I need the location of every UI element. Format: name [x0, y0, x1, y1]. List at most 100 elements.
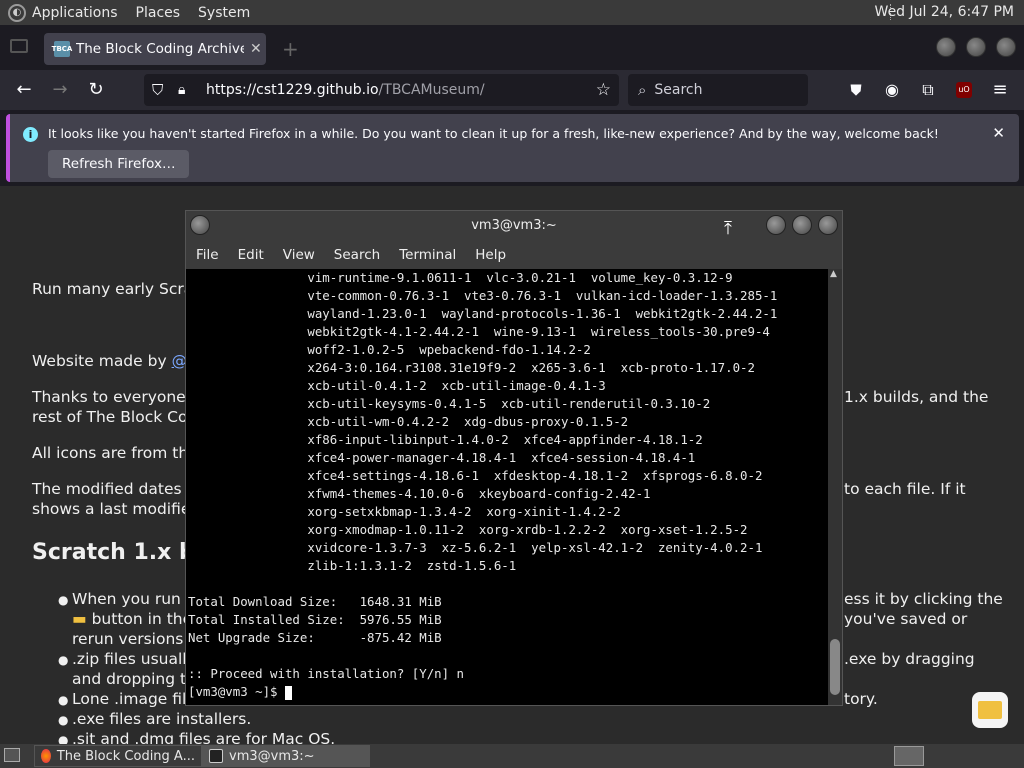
terminal-line: Net Upgrade Size: -875.42 MiB — [188, 630, 442, 645]
taskbar-item-firefox[interactable]: The Block Coding A... — [34, 745, 202, 767]
list-item-cont: and dropping th — [72, 670, 196, 688]
folder-icon: ▬ — [72, 610, 87, 628]
terminal-line: Total Installed Size: 5976.55 MiB — [188, 612, 442, 627]
list-item-right: ess it by clicking the — [844, 590, 1003, 608]
terminal-line: xfce4-power-manager-4.18.4-1 xfce4-sessi… — [188, 450, 696, 465]
account-icon[interactable]: ◉ — [880, 78, 904, 102]
ublock-origin-icon[interactable]: uO — [952, 78, 976, 102]
workspace-switcher[interactable] — [894, 746, 924, 766]
firefox-tabbar: TBCA The Block Coding Archive M ✕ + — [0, 25, 1024, 70]
hamburger-menu-icon[interactable]: ≡ — [988, 78, 1012, 102]
firefox-icon — [41, 749, 51, 763]
list-item: .sit and .dmg files are for Mac OS. — [72, 730, 336, 744]
terminal-output[interactable]: vim-runtime-9.1.0611-1 vlc-3.0.21-1 volu… — [186, 269, 828, 705]
terminal-line: xcb-util-wm-0.4.2-2 xdg-dbus-proxy-0.1.5… — [188, 414, 629, 429]
back-arrow-icon[interactable]: ← — [12, 78, 36, 102]
menu-help[interactable]: Help — [475, 247, 506, 263]
list-item-right: you've saved or — [844, 610, 968, 628]
terminal-titlebar[interactable]: vm3@vm3:~ ⤒ — [186, 211, 842, 241]
notification-text: It looks like you haven't started Firefo… — [48, 126, 939, 141]
close-window-button[interactable] — [996, 37, 1016, 57]
menu-system[interactable]: System — [198, 5, 250, 21]
thanks-line-2: rest of The Block Codi — [32, 408, 202, 426]
list-item: .exe files are installers. — [72, 710, 252, 728]
menu-search[interactable]: Search — [334, 247, 380, 263]
terminal-line: webkit2gtk-4.1-2.44.2-1 wine-9.13-1 wire… — [188, 324, 770, 339]
minimize-window-button[interactable] — [936, 37, 956, 57]
menu-edit[interactable]: Edit — [238, 247, 264, 263]
url-text[interactable]: https://cst1229.github.io/TBCAMuseum/ — [206, 82, 485, 98]
window-menu-button[interactable] — [190, 215, 210, 235]
terminal-line: xfwm4-themes-4.10.0-6 xkeyboard-config-2… — [188, 486, 651, 501]
bookmark-star-icon[interactable]: ☆ — [596, 80, 611, 100]
taskbar-item-label: The Block Coding A... — [56, 748, 195, 764]
close-notification-icon[interactable]: ✕ — [992, 124, 1005, 142]
search-bar[interactable]: ⌕ Search — [628, 74, 808, 106]
show-desktop-icon[interactable] — [4, 748, 20, 762]
list-all-tabs-icon[interactable] — [10, 39, 28, 53]
file-manager-fab[interactable] — [972, 692, 1008, 728]
bottom-taskbar: The Block Coding A... vm3@vm3:~ — [0, 744, 1024, 768]
terminal-line: xvidcore-1.3.7-3 xz-5.6.2-1 yelp-xsl-42.… — [188, 540, 763, 555]
bullet-icon: ● — [58, 653, 69, 667]
terminal-line: Total Download Size: 1648.31 MiB — [188, 594, 442, 609]
taskbar-item-terminal[interactable]: vm3@vm3:~ — [202, 745, 370, 767]
terminal-line: xcb-util-keysyms-0.4.1-5 xcb-util-render… — [188, 396, 711, 411]
terminal-scrollbar[interactable]: ▲ — [828, 269, 842, 705]
terminal-line: x264-3:0.164.r3108.31e19f9-2 x265-3.6-1 … — [188, 360, 755, 375]
forward-arrow-icon[interactable]: → — [48, 78, 72, 102]
menu-applications[interactable]: Applications — [32, 5, 118, 21]
scroll-up-arrow-icon[interactable]: ▲ — [830, 269, 837, 279]
maximize-window-button[interactable] — [966, 37, 986, 57]
intro-text: Run many early Scratc — [32, 280, 208, 298]
menu-file[interactable]: File — [196, 247, 219, 263]
bullet-icon: ● — [58, 593, 69, 607]
menu-places[interactable]: Places — [136, 5, 181, 21]
refresh-firefox-notification: i It looks like you haven't started Fire… — [6, 114, 1019, 182]
scrollbar-thumb[interactable] — [830, 639, 840, 695]
extensions-icon[interactable]: ⧉ — [916, 78, 940, 102]
list-item: When you run a — [72, 590, 196, 608]
close-button[interactable] — [818, 215, 838, 235]
shield-icon[interactable]: ⛉ — [152, 81, 163, 99]
minimize-button[interactable] — [766, 215, 786, 235]
credits-line: Website made by @C — [32, 352, 198, 370]
lock-icon[interactable]: 🔒︎ — [178, 82, 185, 98]
tab-favicon-icon: TBCA — [52, 41, 72, 57]
bullet-icon: ● — [58, 733, 69, 744]
list-item-cont: rerun versions y — [72, 630, 198, 648]
thanks-line-right: 1.x builds, and the — [844, 388, 989, 406]
new-tab-icon[interactable]: + — [282, 37, 299, 61]
menu-view[interactable]: View — [283, 247, 315, 263]
tab-tbca-museum[interactable]: TBCA The Block Coding Archive M ✕ — [44, 33, 266, 65]
menu-terminal[interactable]: Terminal — [399, 247, 456, 263]
taskbar-item-label: vm3@vm3:~ — [229, 748, 315, 764]
list-item: Lone .image file — [72, 690, 196, 708]
terminal-line: vte-common-0.76.3-1 vte3-0.76.3-1 vulkan… — [188, 288, 778, 303]
terminal-line: xorg-xmodmap-1.0.11-2 xorg-xrdb-1.2.2-2 … — [188, 522, 748, 537]
terminal-line: xfce4-settings-4.18.6-1 xfdesktop-4.18.1… — [188, 468, 763, 483]
pin-icon[interactable]: ⤒ — [724, 214, 732, 244]
tab-close-icon[interactable]: ✕ — [250, 41, 262, 57]
terminal-line: vim-runtime-9.1.0611-1 vlc-3.0.21-1 volu… — [188, 270, 733, 285]
terminal-line: wayland-1.23.0-1 wayland-protocols-1.36-… — [188, 306, 778, 321]
url-path: /TBCAMuseum/ — [378, 82, 485, 98]
list-item-cont: ▬ button in the — [72, 610, 193, 628]
clock[interactable]: Wed Jul 24, 6:47 PM — [875, 4, 1014, 20]
text-cursor — [284, 685, 292, 700]
dates-line-right: to each file. If it — [844, 480, 966, 498]
firefox-navbar: ← → ↻ ⛉ 🔒︎ https://cst1229.github.io/TBC… — [0, 70, 1024, 110]
terminal-menubar: File Edit View Search Terminal Help — [186, 241, 842, 269]
url-bar[interactable]: ⛉ 🔒︎ https://cst1229.github.io/TBCAMuseu… — [144, 74, 619, 106]
terminal-title: vm3@vm3:~ — [471, 218, 557, 233]
distro-logo-icon[interactable]: ◐ — [8, 3, 26, 22]
terminal-line: woff2-1.0.2-5 wpebackend-fdo-1.14.2-2 — [188, 342, 591, 357]
maximize-button[interactable] — [792, 215, 812, 235]
pocket-icon[interactable]: ⛊ — [844, 78, 868, 102]
terminal-line: xcb-util-0.4.1-2 xcb-util-image-0.4.1-3 — [188, 378, 606, 393]
search-placeholder: Search — [654, 82, 703, 98]
terminal-line: xf86-input-libinput-1.4.0-2 xfce4-appfin… — [188, 432, 703, 447]
refresh-firefox-button[interactable]: Refresh Firefox… — [48, 150, 190, 178]
terminal-line: :: Proceed with installation? [Y/n] n — [188, 666, 465, 681]
reload-icon[interactable]: ↻ — [84, 78, 108, 102]
